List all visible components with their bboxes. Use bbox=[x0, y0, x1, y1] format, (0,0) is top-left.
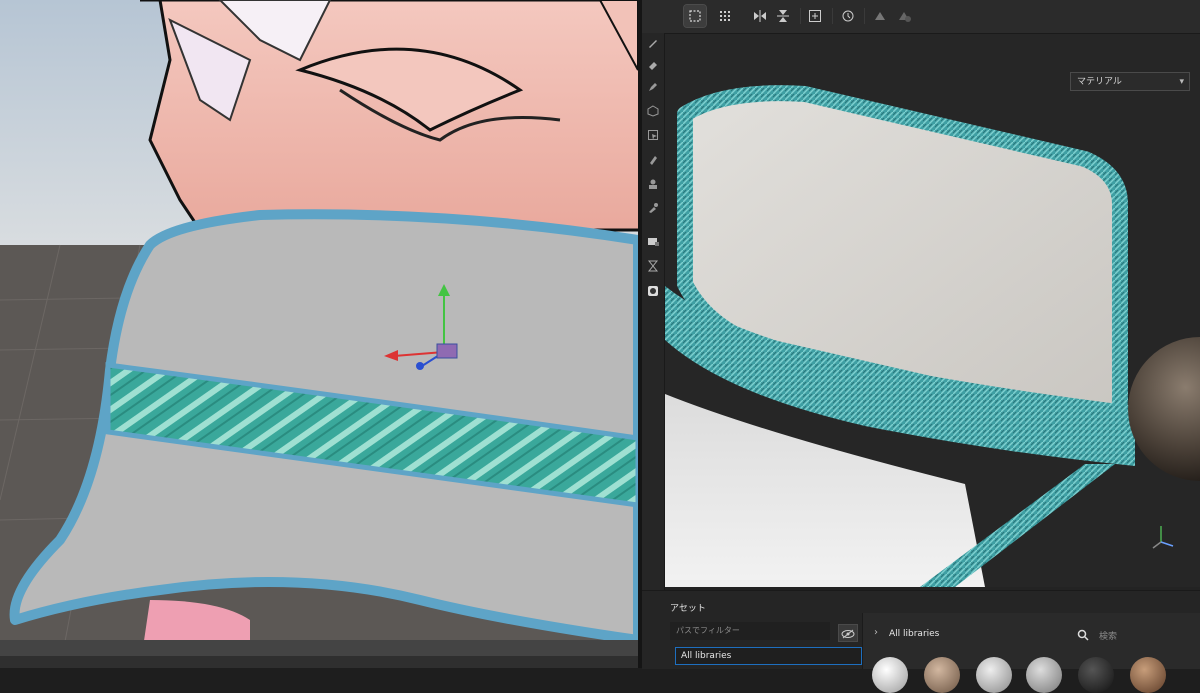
eye-slash-icon bbox=[841, 624, 855, 643]
toolbar-separator bbox=[832, 8, 833, 24]
library-breadcrumb[interactable]: All libraries bbox=[889, 629, 939, 639]
toolbar-separator bbox=[864, 8, 865, 24]
mirror-y-icon[interactable] bbox=[772, 5, 794, 27]
assets-panel: アセット パスでフィルター All libraries › All librar… bbox=[642, 590, 1200, 693]
material-thumbnail[interactable] bbox=[1078, 657, 1114, 693]
brush-icon[interactable] bbox=[645, 35, 661, 51]
material-thumbnail[interactable] bbox=[976, 657, 1012, 693]
add-frame-icon[interactable] bbox=[804, 5, 826, 27]
mirror-x-icon[interactable] bbox=[749, 5, 771, 27]
camera-icon[interactable] bbox=[645, 283, 661, 299]
painter-panel: マテリアル ▾ アセット パスでフィルター All libraries › Al… bbox=[642, 0, 1200, 693]
material-thumbnail[interactable] bbox=[872, 657, 908, 693]
history-icon[interactable] bbox=[837, 5, 859, 27]
grid-options-icon[interactable] bbox=[716, 5, 738, 27]
material-thumbnail[interactable] bbox=[1026, 657, 1062, 693]
material-thumbnail[interactable] bbox=[924, 657, 960, 693]
search-input[interactable]: 検索 bbox=[1099, 629, 1117, 642]
hourglass-icon[interactable] bbox=[645, 258, 661, 274]
symmetry-icon[interactable] bbox=[869, 5, 891, 27]
smudge-icon[interactable] bbox=[645, 152, 661, 168]
top-toolbar bbox=[642, 0, 1200, 34]
visibility-toggle[interactable] bbox=[838, 624, 858, 642]
material-thumbnail[interactable] bbox=[1130, 657, 1166, 693]
side-toolbar bbox=[642, 33, 665, 590]
fill-icon[interactable] bbox=[645, 233, 661, 249]
chevron-right-icon[interactable]: › bbox=[874, 627, 878, 638]
picker-icon[interactable] bbox=[645, 200, 661, 216]
pen-icon[interactable] bbox=[645, 79, 661, 95]
toolbar-separator bbox=[800, 8, 801, 24]
symmetry-off-icon[interactable] bbox=[893, 5, 915, 27]
assets-title: アセット bbox=[670, 604, 706, 614]
path-filter-input[interactable]: パスでフィルター bbox=[670, 622, 830, 640]
grid-select-icon[interactable] bbox=[683, 4, 707, 28]
search-icon[interactable] bbox=[1077, 626, 1089, 645]
scene-viewport[interactable] bbox=[0, 0, 638, 668]
cube-icon[interactable] bbox=[645, 103, 661, 119]
eraser-icon[interactable] bbox=[645, 57, 661, 73]
3d-viewport[interactable]: マテリアル ▾ bbox=[665, 34, 1200, 587]
library-list-item-all[interactable]: All libraries bbox=[675, 647, 862, 665]
clone-icon[interactable] bbox=[645, 176, 661, 192]
material-dropdown[interactable]: マテリアル ▾ bbox=[1070, 72, 1190, 91]
chevron-down-icon: ▾ bbox=[1179, 77, 1184, 87]
material-dropdown-label: マテリアル bbox=[1077, 77, 1122, 87]
selection-icon[interactable] bbox=[645, 127, 661, 143]
